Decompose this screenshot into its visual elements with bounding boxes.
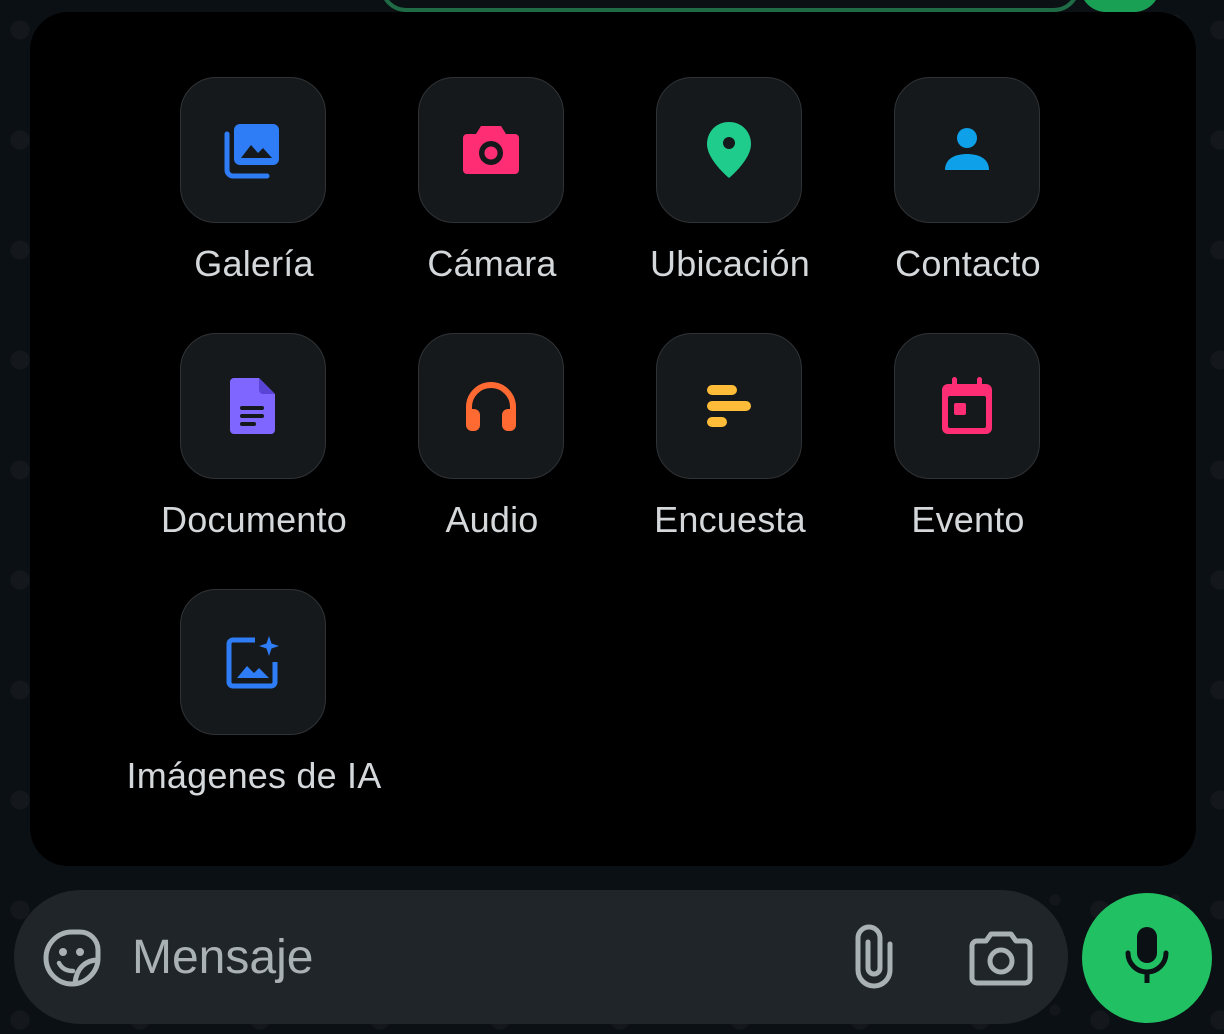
event-label: Evento — [911, 499, 1025, 540]
message-composer — [14, 890, 1068, 1024]
headphones-icon — [463, 379, 519, 433]
top-bar-outline — [380, 0, 1080, 12]
document-icon — [228, 376, 278, 436]
document-label: Documento — [161, 499, 347, 540]
calendar-icon — [939, 376, 995, 436]
attach-item-location[interactable]: Ubicación — [611, 77, 849, 299]
message-input[interactable] — [132, 922, 812, 992]
attachment-menu-panel: Galería Cámara Ubicación Contacto Docume… — [30, 12, 1196, 866]
contact-tile[interactable] — [894, 77, 1040, 223]
camera-icon — [461, 122, 521, 178]
audio-label: Audio — [445, 499, 539, 540]
location-icon — [704, 120, 754, 180]
poll-label: Encuesta — [654, 499, 806, 540]
attach-item-document[interactable]: Documento — [135, 333, 373, 555]
attach-item-gallery[interactable]: Galería — [135, 77, 373, 299]
microphone-icon — [1123, 925, 1171, 992]
attach-item-ai-images[interactable]: Imágenes de IA — [127, 589, 381, 811]
sticker-icon[interactable] — [42, 928, 102, 988]
camera-icon[interactable] — [969, 928, 1033, 988]
contact-icon — [942, 126, 992, 174]
ai-images-tile[interactable] — [180, 589, 326, 735]
attach-item-event[interactable]: Evento — [849, 333, 1087, 555]
gallery-icon — [223, 120, 283, 180]
attach-item-poll[interactable]: Encuesta — [611, 333, 849, 555]
attach-item-contact[interactable]: Contacto — [849, 77, 1087, 299]
location-label: Ubicación — [650, 243, 810, 284]
paperclip-icon[interactable] — [846, 924, 902, 990]
location-tile[interactable] — [656, 77, 802, 223]
attach-item-audio[interactable]: Audio — [373, 333, 611, 555]
attach-item-camera[interactable]: Cámara — [373, 77, 611, 299]
ai-image-icon — [225, 634, 281, 690]
camera-tile[interactable] — [418, 77, 564, 223]
poll-icon — [704, 383, 754, 429]
audio-tile[interactable] — [418, 333, 564, 479]
microphone-button[interactable] — [1082, 893, 1212, 1023]
camera-label: Cámara — [427, 243, 557, 284]
contact-label: Contacto — [895, 243, 1041, 284]
poll-tile[interactable] — [656, 333, 802, 479]
gallery-label: Galería — [194, 243, 314, 284]
gallery-tile[interactable] — [180, 77, 326, 223]
event-tile[interactable] — [894, 333, 1040, 479]
ai-images-label: Imágenes de IA — [126, 755, 382, 796]
document-tile[interactable] — [180, 333, 326, 479]
